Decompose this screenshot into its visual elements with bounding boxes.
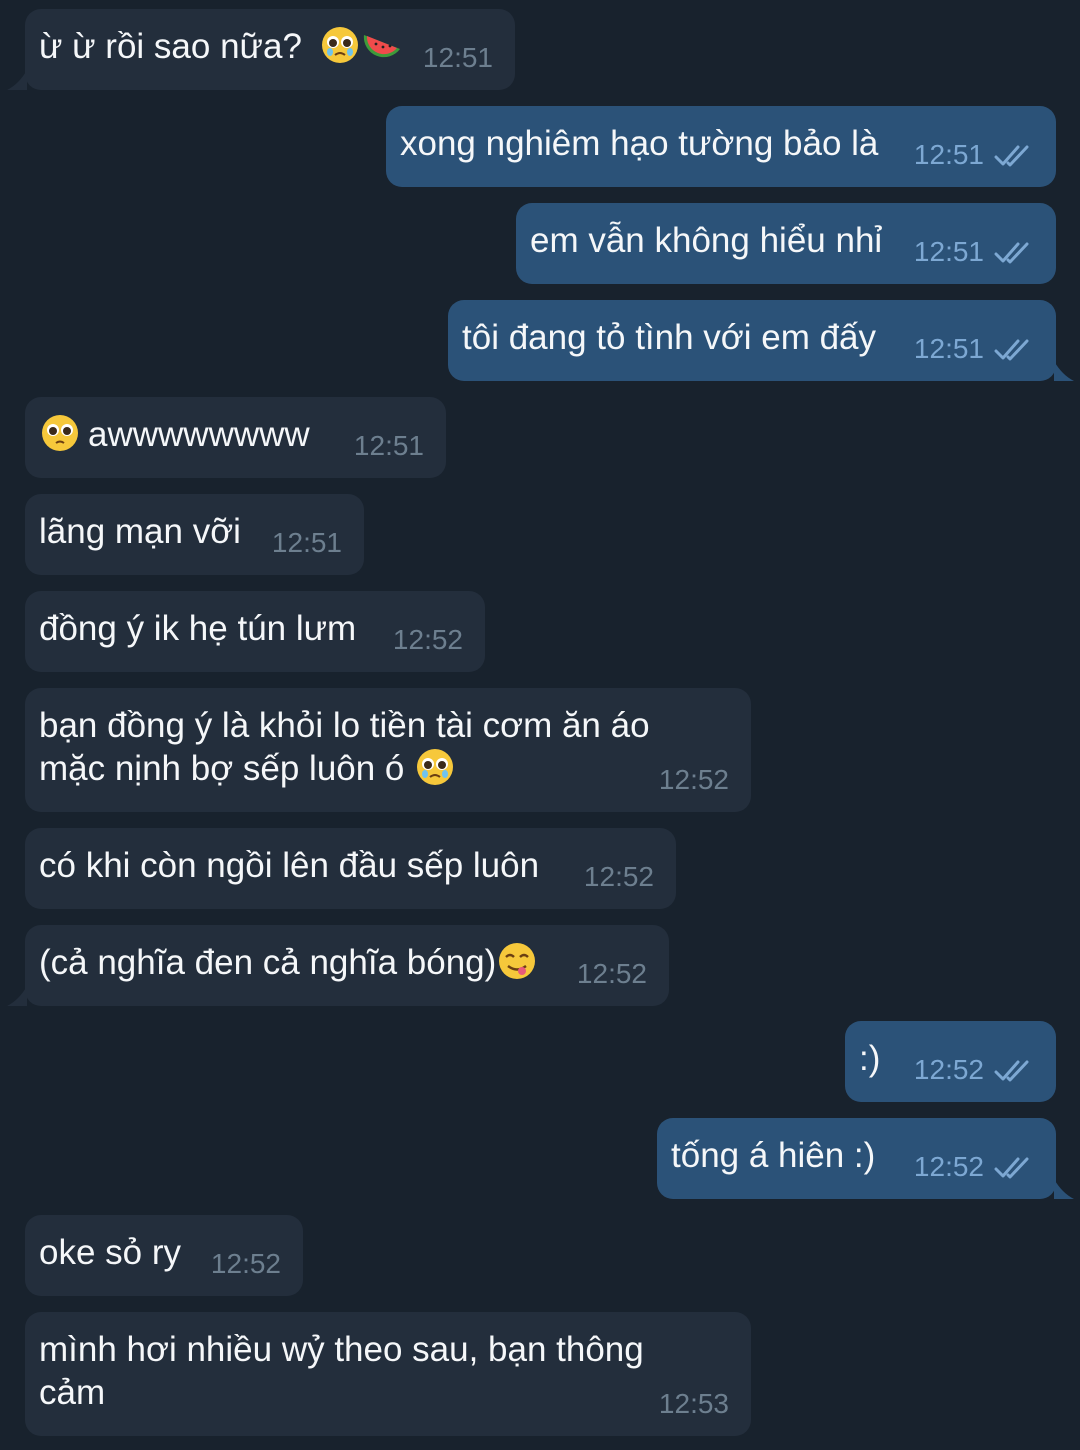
- message-time: 12:52: [576, 958, 647, 989]
- message-text: em vẫn không hiểu nhỉ: [530, 221, 883, 260]
- chat-history[interactable]: ừ ừ rồi sao nữa? 12:51 xong nghiêm hạo t…: [0, 0, 1080, 1450]
- message-bubble-incoming[interactable]: đồng ý ik hẹ tún lưm 12:52: [25, 591, 485, 672]
- message-bubble-incoming[interactable]: lãng mạn vỡi 12:51: [25, 494, 364, 575]
- message-text: mình hơi nhiều wỷ theo sau, bạn thông cả…: [39, 1330, 644, 1412]
- message-bubble-incoming[interactable]: ừ ừ rồi sao nữa? 12:51: [7, 9, 515, 90]
- message-time: 12:51: [913, 333, 984, 364]
- message-time: 12:51: [913, 236, 984, 267]
- message-bubble-incoming[interactable]: (cả nghĩa đen cả nghĩa bóng) 12:52: [7, 925, 669, 1006]
- message-bubble-outgoing[interactable]: tống á hiên :) 12:52: [657, 1118, 1074, 1199]
- message-bubble-outgoing[interactable]: xong nghiêm hạo tường bảo là 12:51: [386, 106, 1056, 187]
- message-time: 12:52: [658, 764, 729, 795]
- bubble-tail: [7, 70, 27, 90]
- message-time: 12:52: [392, 624, 463, 655]
- message-bubble-incoming[interactable]: awwwwwwww 12:51: [25, 397, 446, 478]
- message-text: ừ ừ rồi sao nữa?: [39, 27, 302, 66]
- message-text: tôi đang tỏ tình với em đấy: [462, 318, 877, 357]
- message-text: awwwwwwww: [88, 415, 310, 454]
- message-bubble-outgoing[interactable]: tôi đang tỏ tình với em đấy 12:51: [448, 300, 1074, 381]
- message-time: 12:52: [583, 861, 654, 892]
- message-text: xong nghiêm hạo tường bảo là: [400, 124, 879, 163]
- message-time: 12:52: [913, 1151, 984, 1182]
- yum-face-emoji: [499, 943, 536, 979]
- message-time: 12:53: [658, 1388, 729, 1419]
- message-bubble-outgoing[interactable]: em vẫn không hiểu nhỉ 12:51: [516, 203, 1056, 284]
- message-text: tống á hiên :): [671, 1136, 876, 1175]
- bubble-tail: [1054, 1179, 1074, 1199]
- message-time: 12:51: [422, 42, 493, 73]
- bubble-tail: [7, 986, 27, 1006]
- message-bubble-incoming[interactable]: có khi còn ngồi lên đầu sếp luôn 12:52: [25, 828, 676, 909]
- message-bubble-outgoing[interactable]: :) 12:52: [845, 1021, 1056, 1102]
- bubble-tail: [1054, 361, 1074, 381]
- message-text: đồng ý ik hẹ tún lưm: [39, 609, 357, 648]
- message-text: (cả nghĩa đen cả nghĩa bóng): [39, 943, 497, 982]
- message-text: có khi còn ngồi lên đầu sếp luôn: [39, 846, 540, 885]
- message-bubble-incoming[interactable]: bạn đồng ý là khỏi lo tiền tài cơm ăn áo…: [25, 688, 751, 812]
- message-text: lãng mạn vỡi: [39, 512, 241, 551]
- message-time: 12:51: [353, 430, 424, 461]
- double-check-icon: [994, 1060, 1029, 1082]
- pleading-teary-emoji: [321, 27, 358, 63]
- message-text: :): [859, 1039, 881, 1078]
- double-check-icon: [994, 242, 1029, 264]
- message-bubble-incoming[interactable]: oke sỏ ry 12:52: [25, 1215, 303, 1296]
- message-time: 12:52: [210, 1248, 281, 1279]
- pleading-face-emoji: [42, 415, 78, 451]
- pleading-teary-emoji: [417, 749, 454, 785]
- message-time: 12:51: [913, 139, 984, 170]
- double-check-icon: [994, 145, 1029, 167]
- watermelon-emoji: [363, 35, 400, 58]
- message-text: oke sỏ ry: [39, 1233, 181, 1272]
- double-check-icon: [994, 1157, 1029, 1179]
- message-text: bạn đồng ý là khỏi lo tiền tài cơm ăn áo…: [39, 706, 650, 788]
- message-bubble-incoming[interactable]: mình hơi nhiều wỷ theo sau, bạn thông cả…: [25, 1312, 751, 1436]
- message-time: 12:51: [271, 527, 342, 558]
- message-time: 12:52: [913, 1054, 984, 1085]
- double-check-icon: [994, 339, 1029, 361]
